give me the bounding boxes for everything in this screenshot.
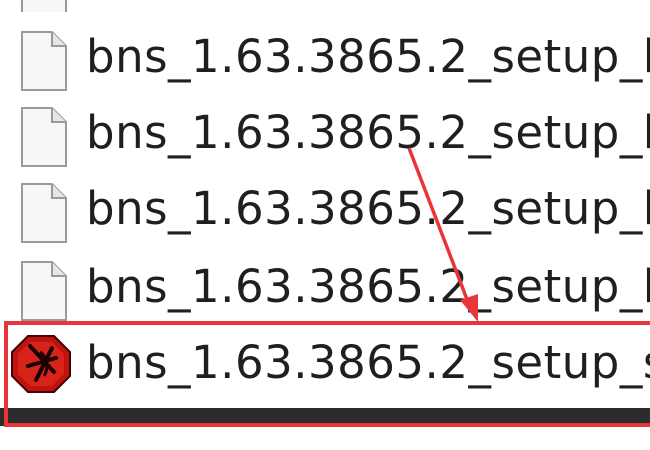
list-item-highlighted[interactable]: bns_1.63.3865.2_setup_sigr [0, 326, 650, 408]
file-list: bns_1.63.3865.2_setup_bin. bns_1.63.3865… [0, 0, 650, 400]
document-icon [21, 107, 67, 167]
file-name: bns_1.63.3865.2_setup_bin. [86, 260, 650, 313]
document-icon [21, 0, 67, 12]
document-icon [21, 261, 67, 321]
file-name: bns_1.63.3865.2_setup_bin. [86, 30, 650, 83]
file-name: bns_1.63.3865.2_setup_bin. [86, 182, 650, 235]
list-item[interactable]: bns_1.63.3865.2_setup_bin. [0, 96, 650, 178]
status-bar [0, 408, 650, 426]
file-explorer-view: bns_1.63.3865.2_setup_bin. bns_1.63.3865… [0, 0, 650, 450]
document-icon [21, 183, 67, 243]
file-name: bns_1.63.3865.2_setup_sigr [86, 336, 650, 389]
list-item[interactable]: bns_1.63.3865.2_setup_bin. [0, 172, 650, 254]
bottom-strip [0, 426, 650, 450]
list-item[interactable] [0, 0, 650, 12]
document-icon [21, 31, 67, 91]
list-item[interactable]: bns_1.63.3865.2_setup_bin. [0, 20, 650, 102]
game-app-icon [11, 335, 71, 393]
file-name: bns_1.63.3865.2_setup_bin. [86, 106, 650, 159]
list-item[interactable]: bns_1.63.3865.2_setup_bin. [0, 250, 650, 332]
